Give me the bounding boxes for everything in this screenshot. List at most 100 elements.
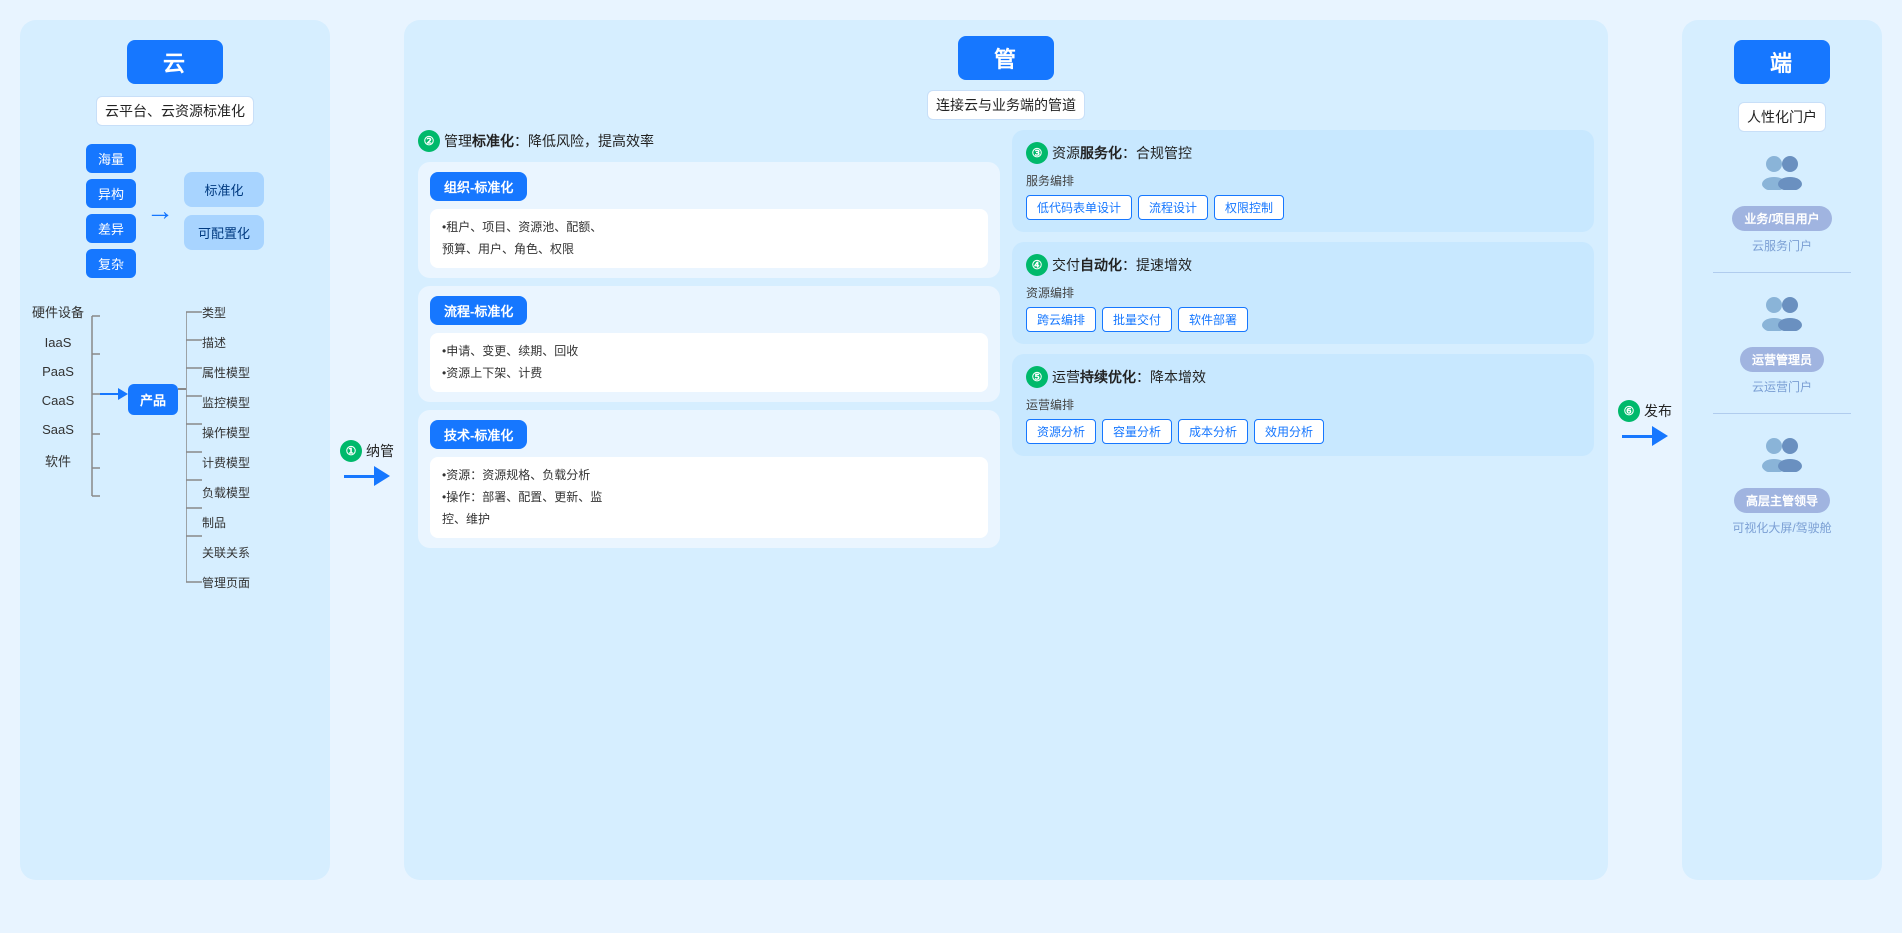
product-box-wrapper: 产品: [128, 300, 178, 415]
step2-badge: ②: [418, 130, 440, 152]
subpanel-flow-content: •申请、变更、续期、回收•资源上下架、计费: [430, 333, 988, 392]
cat-hardware: 硬件设备: [32, 300, 84, 321]
tag-chayì: 差异: [86, 214, 136, 243]
cat-paas: PaaS: [32, 364, 84, 379]
attr-6: 负载模型: [202, 482, 250, 503]
step4-heading: ④ 交付自动化：提速增效: [1026, 254, 1580, 276]
product-right-arrow: [178, 300, 186, 390]
user-icon-2: [1758, 432, 1806, 482]
step5-tags: 资源分析 容量分析 成本分析 效用分析: [1026, 419, 1580, 444]
step4-badge: ④: [1026, 254, 1048, 276]
tag-fuza: 复杂: [86, 249, 136, 278]
attr-0: 类型: [202, 302, 250, 323]
step4-tag-2: 软件部署: [1178, 307, 1248, 332]
guan-subtitle: 连接云与业务端的管道: [927, 90, 1085, 120]
step5-panel: ⑤ 运营持续优化：降本增效 运营编排 资源分析 容量分析 成本分析 效用分析: [1012, 354, 1594, 456]
left-connectors: [84, 300, 100, 500]
guan-title: 管: [958, 36, 1054, 80]
guan-two-col: ② 管理标准化：降低风险，提高效率 组织-标准化 •租户、项目、资源池、配额、预…: [418, 130, 1594, 864]
step5-heading: ⑤ 运营持续优化：降本增效: [1026, 366, 1580, 388]
step3-label: 资源服务化：合规管控: [1052, 143, 1192, 163]
cloud-tree: 硬件设备 IaaS PaaS CaaS SaaS 软件: [32, 300, 318, 593]
category-labels: 硬件设备 IaaS PaaS CaaS SaaS 软件: [32, 300, 84, 470]
subpanel-tech: 技术-标准化 •资源：资源规格、负载分析•操作：部署、配置、更新、监控、维护: [418, 410, 1000, 548]
cat-caas: CaaS: [32, 393, 84, 408]
attr-4: 操作模型: [202, 422, 250, 443]
user-portal-2: 可视化大屏/驾驶舱: [1732, 519, 1831, 536]
user-role-2: 高层主管领导: [1734, 488, 1830, 513]
user-portal-0: 云服务门户: [1752, 237, 1812, 254]
subpanel-flow-title: 流程-标准化: [430, 296, 527, 325]
step5-sublabel: 运营编排: [1026, 396, 1580, 413]
cloud-section: 云 云平台、云资源标准化 海量 异构 差异 复杂 → 标准化 可配置化 硬件设: [20, 20, 330, 880]
step3-panel: ③ 资源服务化：合规管控 服务编排 低代码表单设计 流程设计 权限控制: [1012, 130, 1594, 232]
step6-label: 发布: [1644, 401, 1672, 421]
attr-7: 制品: [202, 512, 250, 533]
product-arrow: [100, 300, 128, 400]
attr-labels: 类型 描述 属性模型 监控模型 操作模型 计费模型 负载模型 制品 关联关系 管…: [202, 302, 250, 593]
attr-5: 计费模型: [202, 452, 250, 473]
step3-sublabel: 服务编排: [1026, 172, 1580, 189]
cat-iaas: IaaS: [32, 335, 84, 350]
subpanel-flow: 流程-标准化 •申请、变更、续期、回收•资源上下架、计费: [418, 286, 1000, 402]
step5-tag-2: 成本分析: [1178, 419, 1248, 444]
step3-tag-1: 流程设计: [1138, 195, 1208, 220]
duan-section: 端 人性化门户 业务/项目用户 云服务门户: [1682, 20, 1882, 880]
tag-peizhi: 可配置化: [184, 215, 264, 250]
user-card-0: 业务/项目用户 云服务门户: [1696, 150, 1868, 254]
step5-tag-1: 容量分析: [1102, 419, 1172, 444]
guan-section: 管 连接云与业务端的管道 ② 管理标准化：降低风险，提高效率 组织-标准化 •租…: [404, 20, 1608, 880]
step4-tag-1: 批量交付: [1102, 307, 1172, 332]
step5-tag-0: 资源分析: [1026, 419, 1096, 444]
step6-badge: ⑥: [1618, 400, 1640, 422]
divider-2: [1713, 413, 1851, 414]
user-portal-1: 云运营门户: [1752, 378, 1812, 395]
duan-subtitle: 人性化门户: [1738, 102, 1826, 132]
attr-connector-svg: [186, 302, 202, 592]
step5-badge: ⑤: [1026, 366, 1048, 388]
step1-label: 纳管: [366, 441, 394, 461]
user-card-2: 高层主管领导 可视化大屏/驾驶舱: [1696, 432, 1868, 536]
attr-8: 关联关系: [202, 542, 250, 563]
step2-heading: ② 管理标准化：降低风险，提高效率: [418, 130, 1000, 152]
step4-label: 交付自动化：提速增效: [1052, 255, 1192, 275]
product-label: 产品: [128, 384, 178, 415]
user-icon-0: [1758, 150, 1806, 200]
subpanel-org-title: 组织-标准化: [430, 172, 527, 201]
step5-tag-3: 效用分析: [1254, 419, 1324, 444]
divider-1: [1713, 272, 1851, 273]
step4-sublabel: 资源编排: [1026, 284, 1580, 301]
step3-badge: ③: [1026, 142, 1048, 164]
attr-9: 管理页面: [202, 572, 250, 593]
main-diagram: 云 云平台、云资源标准化 海量 异构 差异 复杂 → 标准化 可配置化 硬件设: [20, 20, 1882, 913]
cloud-subtitle: 云平台、云资源标准化: [96, 96, 254, 126]
tag-yigou: 异构: [86, 179, 136, 208]
cat-software: 软件: [32, 451, 84, 470]
cloud-title: 云: [127, 40, 223, 84]
guan-right-col: ③ 资源服务化：合规管控 服务编排 低代码表单设计 流程设计 权限控制 ④ 交付…: [1012, 130, 1594, 864]
user-card-1: 运营管理员 云运营门户: [1696, 291, 1868, 395]
step3-heading: ③ 资源服务化：合规管控: [1026, 142, 1580, 164]
step2-label: 管理标准化：降低风险，提高效率: [444, 131, 654, 151]
attr-1: 描述: [202, 332, 250, 353]
cloud-left-tags: 海量 异构 差异 复杂: [86, 144, 136, 278]
tag-biaozhunhua: 标准化: [184, 172, 264, 207]
duan-title: 端: [1734, 40, 1830, 84]
subpanel-org-content: •租户、项目、资源池、配额、预算、用户、角色、权限: [430, 209, 988, 268]
cat-saas: SaaS: [32, 422, 84, 437]
step1-connector: ① 纳管: [336, 440, 398, 486]
cloud-right-tags: 标准化 可配置化: [184, 172, 264, 250]
cloud-arrow: →: [146, 195, 174, 227]
guan-left-col: ② 管理标准化：降低风险，提高效率 组织-标准化 •租户、项目、资源池、配额、预…: [418, 130, 1000, 864]
subpanel-tech-title: 技术-标准化: [430, 420, 527, 449]
subpanel-org: 组织-标准化 •租户、项目、资源池、配额、预算、用户、角色、权限: [418, 162, 1000, 278]
user-role-0: 业务/项目用户: [1732, 206, 1831, 231]
step4-panel: ④ 交付自动化：提速增效 资源编排 跨云编排 批量交付 软件部署: [1012, 242, 1594, 344]
step3-tag-0: 低代码表单设计: [1026, 195, 1132, 220]
connector-svg: [84, 306, 100, 500]
user-role-1: 运营管理员: [1740, 347, 1824, 372]
subpanel-tech-content: •资源：资源规格、负载分析•操作：部署、配置、更新、监控、维护: [430, 457, 988, 538]
attr-tree: 类型 描述 属性模型 监控模型 操作模型 计费模型 负载模型 制品 关联关系 管…: [186, 300, 250, 593]
step6-connector: ⑥ 发布: [1614, 400, 1676, 446]
step3-tags: 低代码表单设计 流程设计 权限控制: [1026, 195, 1580, 220]
